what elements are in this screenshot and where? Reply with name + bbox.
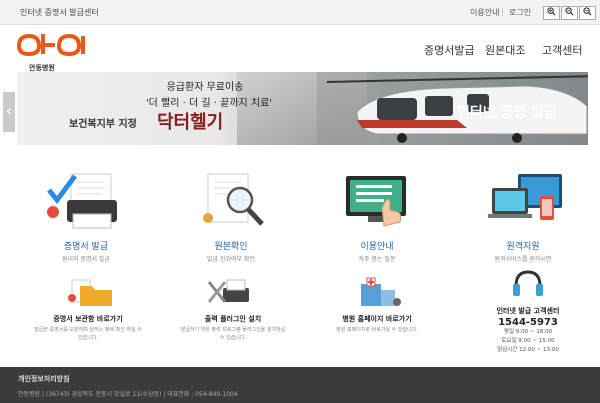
service-label: 이용안내 <box>360 242 394 252</box>
magnifier-document-icon <box>203 173 264 226</box>
banner-line-2: '더 빨리 · 더 길 · 끝까지 치료' <box>145 98 273 109</box>
link-certificate-storage[interactable]: 증명서 보관함 바로가기 발급한 증명서를 보관하며 원하는 때에 확인 하실 … <box>33 276 143 342</box>
service-label: 증명서 발급 <box>63 242 109 252</box>
footer-address: 안동병원 | (36743) 경상북도 안동시 앙실로 11(수상동) | 대표… <box>18 391 238 398</box>
logo-mark-icon <box>16 33 85 57</box>
zoom-out-button[interactable] <box>579 6 596 20</box>
zoom-reset-button[interactable] <box>561 6 578 20</box>
hospital-icon <box>361 277 401 306</box>
service-sub: 발급 진위여부 확인 <box>207 256 255 263</box>
login-link[interactable]: 로그인 <box>509 7 531 18</box>
service-sub: 자주 묻는 질문 <box>358 256 396 263</box>
privacy-policy-link[interactable]: 개인정보처리방침 <box>18 374 70 384</box>
headset-icon <box>513 270 543 296</box>
divider: | <box>501 7 504 16</box>
zoom-out-icon <box>583 7 592 16</box>
banner-cert-title: 인터넷 증명 발급 <box>457 105 557 121</box>
service-label: 원본확인 <box>214 242 248 252</box>
guide-link[interactable]: 이용안내 <box>470 7 499 18</box>
banner-line-1: 응급환자 무료이송 <box>166 82 244 93</box>
link-sub: 발급하기 위한 출력 프로그램 플러그인을 설치하실 수 있습니다. <box>180 327 286 341</box>
hours-weekend: 토요일 9:00 ~ 15:00 <box>501 338 555 344</box>
banner-line-3-main: 닥터헬기 <box>157 112 224 133</box>
link-label: 출력 플러그인 설치 <box>204 315 262 323</box>
nav-customer-center[interactable]: 고객센터 <box>542 42 582 58</box>
service-sub: 원리와 증명서 발급 <box>62 256 110 263</box>
service-label: 원격지원 <box>506 242 540 252</box>
banner-prev-arrow[interactable]: ‹ <box>3 92 15 132</box>
hours-lunch: 점심시간 12:00 ~ 13:00 <box>497 347 559 353</box>
banner-line-3-prefix: 보건복지부 지정 <box>69 119 137 130</box>
link-sub: 발급한 증명서를 보관하며 원하는 때에 확인 하실 수 있습니다. <box>34 327 142 341</box>
site-title: 인터넷 증명서 발급센터 <box>20 8 99 17</box>
service-remote-support[interactable]: 원격지원 원격서비스를 원하시면 <box>463 170 583 263</box>
hours-weekday: 평일 9:00 ~ 18:00 <box>503 329 553 335</box>
service-certificate-issue[interactable]: 증명서 발급 원리와 증명서 발급 <box>26 170 146 263</box>
link-label: 병원 홈페이지 바로가기 <box>342 315 412 323</box>
zoom-in-button[interactable] <box>543 6 560 20</box>
service-original-verify[interactable]: 원본확인 발급 진위여부 확인 <box>171 170 291 263</box>
service-sub: 원격서비스를 원하시면 <box>494 256 552 263</box>
top-utility-bar: 인터넷 증명서 발급센터 이용안내 | 로그인 <box>0 0 600 25</box>
printer-certificate-icon <box>47 173 117 229</box>
monitor-hand-icon <box>346 176 406 227</box>
tools-icon <box>207 279 249 303</box>
devices-icon <box>488 174 562 220</box>
service-usage-guide[interactable]: 이용안내 자주 묻는 질문 <box>317 170 437 263</box>
link-plugin-install[interactable]: 출력 플러그인 설치 발급하기 위한 출력 프로그램 플러그인을 설치하실 수 … <box>178 276 288 342</box>
nav-original-verify[interactable]: 원본대조 <box>485 42 525 58</box>
link-label: 증명서 보관함 바로가기 <box>53 315 123 323</box>
hospital-logo[interactable]: 안동병원 <box>15 32 87 72</box>
nav-certificate-issue[interactable]: 증명서발급 <box>424 42 475 58</box>
callcenter-label: 인터넷 발급 고객센터 <box>496 307 560 315</box>
hero-banner: 응급환자 무료이송 '더 빨리 · 더 길 · 끝까지 치료' 보건복지부 지정… <box>17 72 588 145</box>
zoom-reset-icon <box>565 7 574 16</box>
callcenter-phone: 1544-5973 <box>498 317 558 328</box>
zoom-in-icon <box>547 7 556 16</box>
folder-icon <box>68 279 112 306</box>
link-sub: 병원 홈페이지로 바로가실 수 있습니다. <box>336 327 418 333</box>
footer: 개인정보처리방침 안동병원 | (36743) 경상북도 안동시 앙실로 11(… <box>0 367 600 403</box>
customer-call-center: 인터넷 발급 고객센터 1544-5973 평일 9:00 ~ 18:00 토요… <box>473 268 583 355</box>
link-hospital-homepage[interactable]: 병원 홈페이지 바로가기 병원 홈페이지로 바로가실 수 있습니다. <box>322 276 432 334</box>
